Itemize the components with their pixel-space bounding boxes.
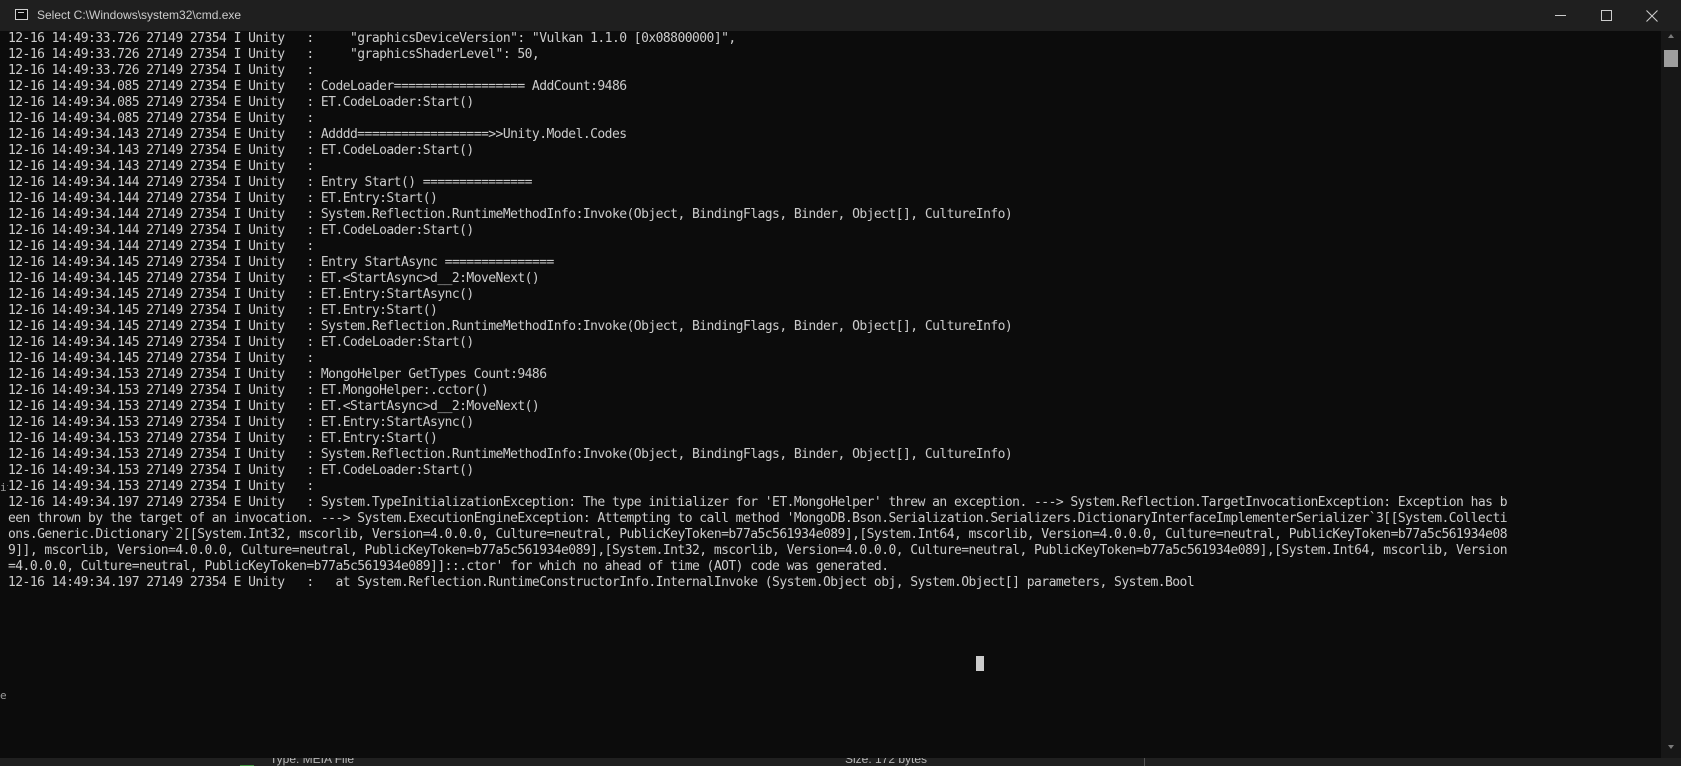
chevron-up-icon	[1668, 34, 1674, 38]
console-line: 12-16 14:49:34.144 27149 27354 I Unity :	[8, 239, 314, 254]
console-line: 12-16 14:49:33.726 27149 27354 I Unity :	[8, 63, 314, 78]
maximize-button[interactable]	[1583, 0, 1629, 31]
console-line: 12-16 14:49:34.143 27149 27354 E Unity :	[8, 159, 314, 174]
console-line: 12-16 14:49:34.145 27149 27354 I Unity :…	[8, 255, 554, 270]
console-line: 12-16 14:49:34.085 27149 27354 E Unity :…	[8, 95, 474, 110]
close-icon	[1646, 9, 1658, 22]
console-output[interactable]: 12-16 14:49:33.726 27149 27354 I Unity :…	[0, 31, 1661, 758]
text-cursor	[976, 656, 984, 671]
console-line: 12-16 14:49:33.726 27149 27354 I Unity :…	[8, 31, 736, 46]
console-line: =4.0.0.0, Culture=neutral, PublicKeyToke…	[8, 559, 889, 574]
file-size-label: Size: 172 bytes	[845, 758, 928, 766]
console-line: 12-16 14:49:34.144 27149 27354 I Unity :…	[8, 223, 474, 238]
file-icon	[238, 758, 256, 766]
console-line: 12-16 14:49:34.144 27149 27354 I Unity :…	[8, 191, 438, 206]
minimize-icon	[1554, 15, 1566, 16]
maximize-icon	[1600, 10, 1612, 21]
minimize-button[interactable]	[1537, 0, 1583, 31]
console-line: 12-16 14:49:34.153 27149 27354 I Unity :…	[8, 383, 489, 398]
title-bar[interactable]: Select C:\Windows\system32\cmd.exe	[0, 0, 1681, 31]
edge-text-fragment: it	[0, 482, 8, 494]
console-line: 9]], mscorlib, Version=4.0.0.0, Culture=…	[8, 543, 1508, 558]
chevron-down-icon	[1668, 745, 1674, 749]
divider	[1144, 758, 1145, 766]
scrollbar-thumb[interactable]	[1664, 50, 1678, 67]
window-title: Select C:\Windows\system32\cmd.exe	[37, 8, 242, 22]
console-line: 12-16 14:49:34.085 27149 27354 E Unity :…	[8, 79, 627, 94]
console-line: een thrown by the target of an invocatio…	[8, 511, 1508, 526]
console-line: 12-16 14:49:34.144 27149 27354 I Unity :…	[8, 175, 532, 190]
scroll-up-button[interactable]	[1661, 33, 1681, 45]
close-button[interactable]	[1629, 0, 1675, 31]
console-line: 12-16 14:49:34.153 27149 27354 I Unity :…	[8, 447, 1013, 462]
console-line: 12-16 14:49:34.145 27149 27354 I Unity :	[8, 351, 314, 366]
console-line: 12-16 14:49:34.197 27149 27354 E Unity :…	[8, 575, 1195, 590]
console-line: 12-16 14:49:34.153 27149 27354 I Unity :…	[8, 415, 474, 430]
console-line: 12-16 14:49:34.153 27149 27354 I Unity :…	[8, 463, 474, 478]
console-line: 12-16 14:49:34.145 27149 27354 I Unity :…	[8, 271, 540, 286]
console-line: 12-16 14:49:34.145 27149 27354 I Unity :…	[8, 335, 474, 350]
scroll-down-button[interactable]	[1661, 744, 1681, 756]
background-window-strip: Type: MEIA File Size: 172 bytes	[0, 758, 1681, 766]
console-line: 12-16 14:49:34.197 27149 27354 E Unity :…	[8, 495, 1508, 510]
vertical-scrollbar[interactable]	[1661, 31, 1681, 758]
file-type-label: Type: MEIA File	[270, 758, 355, 766]
console-line: 12-16 14:49:34.085 27149 27354 E Unity :	[8, 111, 314, 126]
console-line: 12-16 14:49:34.145 27149 27354 I Unity :…	[8, 287, 474, 302]
console-line: 12-16 14:49:34.153 27149 27354 I Unity :…	[8, 367, 547, 382]
console-line: 12-16 14:49:34.143 27149 27354 E Unity :…	[8, 127, 627, 142]
console-line: 12-16 14:49:34.144 27149 27354 I Unity :…	[8, 207, 1013, 222]
edge-text-fragment: e	[0, 690, 7, 702]
console-line: 12-16 14:49:34.145 27149 27354 I Unity :…	[8, 319, 1013, 334]
console-line: 12-16 14:49:34.143 27149 27354 E Unity :…	[8, 143, 474, 158]
console-line: 12-16 14:49:34.153 27149 27354 I Unity :…	[8, 399, 540, 414]
console-line: 12-16 14:49:34.153 27149 27354 I Unity :…	[8, 431, 438, 446]
console-line: ons.Generic.Dictionary`2[[System.Int32, …	[8, 527, 1508, 542]
console-line: 12-16 14:49:34.145 27149 27354 I Unity :…	[8, 303, 438, 318]
cmd-icon	[15, 9, 28, 20]
console-line: 12-16 14:49:33.726 27149 27354 I Unity :…	[8, 47, 540, 62]
console-line: 12-16 14:49:34.153 27149 27354 I Unity :	[8, 479, 314, 494]
console-lines: 12-16 14:49:33.726 27149 27354 I Unity :…	[8, 31, 1659, 591]
